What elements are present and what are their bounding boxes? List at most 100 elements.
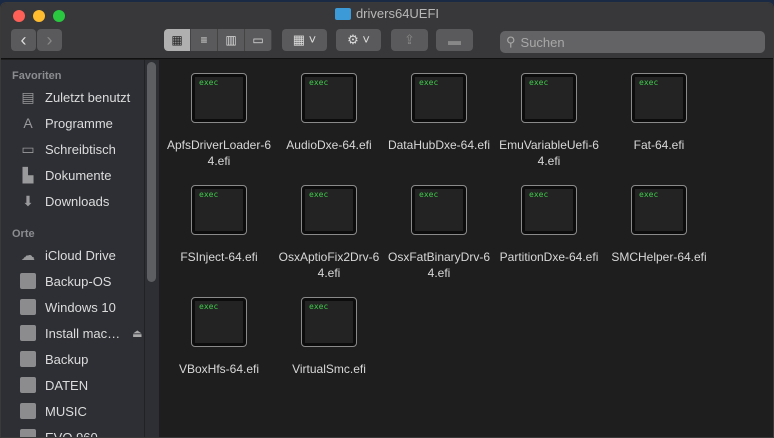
drive-icon bbox=[20, 429, 36, 437]
exec-badge: exec bbox=[195, 301, 243, 343]
exec-badge: exec bbox=[305, 189, 353, 231]
group-button[interactable]: ▦ ˅ bbox=[282, 29, 327, 51]
drive-icon bbox=[20, 351, 36, 367]
file-item[interactable]: exec VBoxHfs-64.efi bbox=[164, 297, 274, 377]
file-name: AudioDxe-64.efi bbox=[286, 138, 372, 152]
search-field[interactable]: ⚲ Suchen bbox=[500, 31, 765, 53]
file-item[interactable]: exec ApfsDriverLoader-64.efi bbox=[164, 73, 274, 169]
favorites-header: Favoriten bbox=[12, 70, 62, 82]
file-name: OsxFatBinaryDrv-64.efi bbox=[387, 250, 491, 280]
file-name: VirtualSmc.efi bbox=[292, 362, 366, 376]
recents-icon: ▤ bbox=[21, 88, 35, 105]
sidebar-item-label: Schreibtisch bbox=[45, 141, 116, 157]
sidebar-item-label: DATEN bbox=[45, 377, 89, 393]
executable-icon: exec bbox=[301, 73, 357, 123]
exec-badge: exec bbox=[635, 77, 683, 119]
sidebar: Favoriten ▤ Zuletzt benutzt A Programme ▭ S… bbox=[1, 60, 159, 438]
executable-icon: exec bbox=[191, 297, 247, 347]
file-grid: exec ApfsDriverLoader-64.efi exec AudioDxe-… bbox=[159, 60, 773, 437]
sidebar-item-label: Dokumente bbox=[45, 167, 112, 183]
sidebar-item-drive[interactable]: Backup-OS bbox=[19, 270, 111, 292]
sidebar-item-label: MUSIC bbox=[45, 403, 87, 419]
file-name: DataHubDxe-64.efi bbox=[387, 138, 491, 152]
executable-icon: exec bbox=[521, 73, 577, 123]
sidebar-item-drive[interactable]: MUSIC bbox=[19, 400, 87, 422]
view-switcher: ▦ ≡ ▥ ▭ bbox=[164, 29, 272, 51]
sidebar-item-label: EVO 960 bbox=[45, 429, 98, 438]
executable-icon: exec bbox=[191, 73, 247, 123]
gallery-view-button[interactable]: ▭ bbox=[245, 29, 272, 51]
toolbar: drivers64UEFI ‹ › ▦ ≡ ▥ ▭ ▦ ˅ ⚙ ˅ ⇪ ▬ ⚲ S… bbox=[1, 3, 773, 59]
file-name: FSInject-64.efi bbox=[180, 250, 258, 264]
exec-badge: exec bbox=[305, 301, 353, 343]
places-header: Orte bbox=[12, 228, 35, 240]
file-name: OsxAptioFix2Drv-64.efi bbox=[278, 250, 380, 280]
file-item[interactable]: exec OsxFatBinaryDrv-64.efi bbox=[384, 185, 494, 281]
file-item[interactable]: exec PartitionDxe-64.efi bbox=[494, 185, 604, 265]
sidebar-item-label: Programme bbox=[45, 115, 113, 131]
sidebar-item-drive[interactable]: Windows 10 bbox=[19, 296, 116, 318]
sidebar-item-drive[interactable]: Install mac… ⏏ bbox=[19, 322, 143, 344]
column-view-button[interactable]: ▥ bbox=[218, 29, 245, 51]
sidebar-scrollbar-track bbox=[144, 60, 159, 437]
sidebar-item-label: Downloads bbox=[45, 193, 110, 209]
executable-icon: exec bbox=[191, 185, 247, 235]
eject-icon[interactable]: ⏏ bbox=[132, 327, 142, 340]
cloud-icon: ☁ bbox=[21, 246, 35, 263]
tag-button[interactable]: ▬ bbox=[436, 29, 473, 51]
back-button[interactable]: ‹ bbox=[11, 29, 36, 51]
sidebar-item-icloud[interactable]: ☁ iCloud Drive bbox=[19, 244, 116, 266]
executable-icon: exec bbox=[631, 73, 687, 123]
sidebar-item-drive[interactable]: Backup bbox=[19, 348, 88, 370]
folder-icon bbox=[334, 7, 351, 20]
sidebar-item-applications[interactable]: A Programme bbox=[19, 112, 113, 134]
file-item[interactable]: exec OsxAptioFix2Drv-64.efi bbox=[274, 185, 384, 281]
icon-view-button[interactable]: ▦ bbox=[164, 29, 191, 51]
search-placeholder: Suchen bbox=[520, 34, 565, 50]
executable-icon: exec bbox=[411, 185, 467, 235]
file-item[interactable]: exec DataHubDxe-64.efi bbox=[384, 73, 494, 153]
executable-icon: exec bbox=[631, 185, 687, 235]
title-text: drivers64UEFI bbox=[355, 6, 440, 21]
drive-icon bbox=[20, 403, 36, 419]
finder-window: drivers64UEFI ‹ › ▦ ≡ ▥ ▭ ▦ ˅ ⚙ ˅ ⇪ ▬ ⚲ S… bbox=[0, 2, 774, 438]
list-view-button[interactable]: ≡ bbox=[191, 29, 218, 51]
applications-icon: A bbox=[23, 115, 33, 131]
sidebar-item-documents[interactable]: ▙ Dokumente bbox=[19, 164, 112, 186]
exec-badge: exec bbox=[195, 77, 243, 119]
file-item[interactable]: exec Fat-64.efi bbox=[604, 73, 714, 153]
file-item[interactable]: exec FSInject-64.efi bbox=[164, 185, 274, 265]
sidebar-item-label: iCloud Drive bbox=[45, 247, 116, 263]
exec-badge: exec bbox=[525, 77, 573, 119]
action-gear-button[interactable]: ⚙ ˅ bbox=[336, 29, 381, 51]
file-item[interactable]: exec VirtualSmc.efi bbox=[274, 297, 384, 377]
executable-icon: exec bbox=[301, 297, 357, 347]
file-item[interactable]: exec AudioDxe-64.efi bbox=[274, 73, 384, 153]
sidebar-item-drive[interactable]: EVO 960 bbox=[19, 426, 98, 438]
sidebar-item-label: Backup bbox=[45, 351, 89, 367]
drive-icon bbox=[20, 377, 36, 393]
sidebar-item-desktop[interactable]: ▭ Schreibtisch bbox=[19, 138, 116, 160]
file-item[interactable]: exec EmuVariableUefi-64.efi bbox=[494, 73, 604, 169]
sidebar-item-drive[interactable]: DATEN bbox=[19, 374, 88, 396]
file-item[interactable]: exec SMCHelper-64.efi bbox=[604, 185, 714, 265]
drive-icon bbox=[20, 273, 36, 289]
downloads-icon: ⬇ bbox=[22, 192, 34, 209]
share-button[interactable]: ⇪ bbox=[391, 29, 428, 51]
drive-icon bbox=[20, 325, 36, 341]
sidebar-item-label: Backup-OS bbox=[45, 273, 112, 289]
file-name: SMCHelper-64.efi bbox=[611, 250, 707, 264]
file-name: PartitionDxe-64.efi bbox=[499, 250, 599, 264]
exec-badge: exec bbox=[195, 189, 243, 231]
sidebar-item-recents[interactable]: ▤ Zuletzt benutzt bbox=[19, 86, 130, 108]
executable-icon: exec bbox=[301, 185, 357, 235]
sidebar-scrollbar[interactable] bbox=[147, 62, 156, 282]
forward-button[interactable]: › bbox=[37, 29, 62, 51]
sidebar-item-downloads[interactable]: ⬇ Downloads bbox=[19, 190, 109, 212]
file-name: ApfsDriverLoader-64.efi bbox=[166, 138, 272, 168]
sidebar-item-label: Zuletzt benutzt bbox=[45, 89, 131, 105]
exec-badge: exec bbox=[415, 189, 463, 231]
drive-icon bbox=[20, 299, 36, 315]
file-name: EmuVariableUefi-64.efi bbox=[499, 138, 599, 168]
exec-badge: exec bbox=[635, 189, 683, 231]
